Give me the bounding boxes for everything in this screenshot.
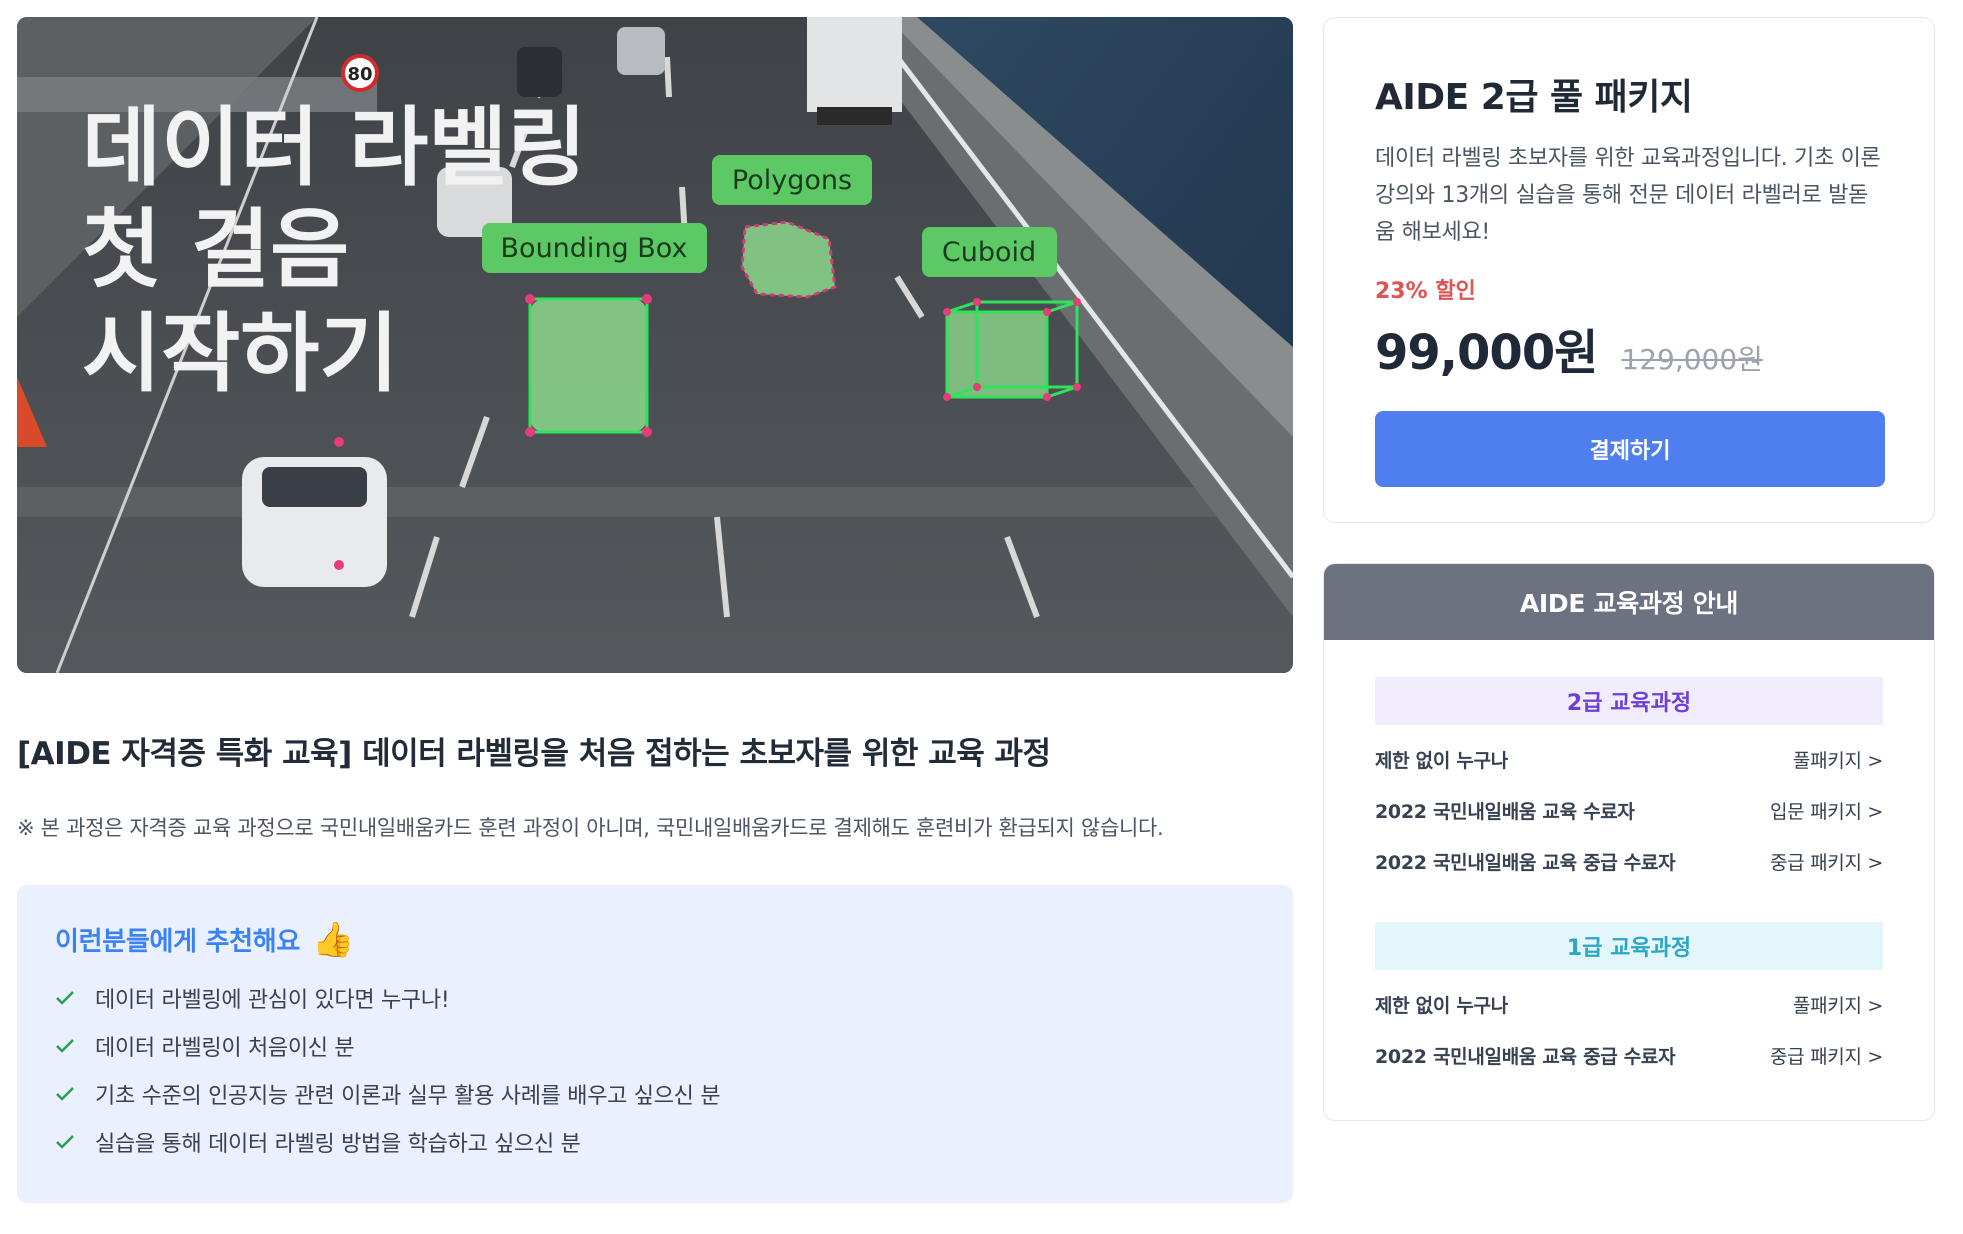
guide-title: AIDE 교육과정 안내 [1324,564,1934,640]
package-card: AIDE 2급 풀 패키지 데이터 라벨링 초보자를 위한 교육과정입니다. 기… [1323,17,1935,523]
list-item-text: 실습을 통해 데이터 라벨링 방법을 학습하고 싶으신 분 [95,1132,581,1157]
level-2-row-3[interactable]: 2022 국민내일배움 교육 중급 수료자 중급 패키지 > [1375,836,1883,887]
package-link[interactable]: 중급 패키지 > [1770,1042,1883,1069]
recommend-box: 이런분들에게 추천해요 👍 데이터 라벨링에 관심이 있다면 누구나! 데이터 … [17,885,1293,1203]
check-icon [55,990,95,1006]
package-link[interactable]: 풀패키지 > [1793,991,1883,1018]
refund-notice: ※ 본 과정은 자격증 교육 과정으로 국민내일배움카드 훈련 과정이 아니며,… [17,816,1164,840]
list-item: 기초 수준의 인공지능 관련 이론과 실무 활용 사례를 배우고 싶으신 분 [55,1070,1255,1118]
recommend-title: 이런분들에게 추천해요 [55,927,300,957]
pay-button[interactable]: 결제하기 [1375,411,1885,487]
check-icon [55,1134,95,1150]
list-item-text: 기초 수준의 인공지능 관련 이론과 실무 활용 사례를 배우고 싶으신 분 [95,1084,721,1109]
check-icon [55,1086,95,1102]
hero-headline-2: 첫 걸음 [82,200,349,300]
hero-headline-3: 시작하기 [82,304,398,404]
course-guide-card: AIDE 교육과정 안내 2급 교육과정 제한 없이 누구나 풀패키지 > 20… [1323,563,1935,1121]
level-2-row-2[interactable]: 2022 국민내일배움 교육 수료자 입문 패키지 > [1375,785,1883,836]
level-1-heading: 1급 교육과정 [1375,922,1883,970]
eligibility-label: 2022 국민내일배움 교육 중급 수료자 [1375,852,1676,874]
list-item: 데이터 라벨링이 처음이신 분 [55,1022,1255,1070]
sale-price: 99,000원 [1375,325,1598,381]
thumbs-up-icon: 👍 [311,919,354,960]
speed-sign-text: 80 [347,64,372,85]
original-price: 129,000원 [1621,343,1763,376]
package-link[interactable]: 풀패키지 > [1793,746,1883,773]
level-2-row-1[interactable]: 제한 없이 누구나 풀패키지 > [1375,734,1883,785]
level-2-heading: 2급 교육과정 [1375,677,1883,725]
recommend-heading: 이런분들에게 추천해요 👍 [55,921,1255,958]
level-1-row-2[interactable]: 2022 국민내일배움 교육 중급 수료자 중급 패키지 > [1375,1030,1883,1081]
tag-polygons: Polygons [732,165,852,196]
list-item: 실습을 통해 데이터 라벨링 방법을 학습하고 싶으신 분 [55,1118,1255,1166]
list-item-text: 데이터 라벨링이 처음이신 분 [95,1036,355,1061]
guide-body: 2급 교육과정 제한 없이 누구나 풀패키지 > 2022 국민내일배움 교육 … [1324,640,1934,1081]
discount-badge: 23% 할인 [1375,279,1476,304]
eligibility-label: 제한 없이 누구나 [1375,995,1508,1017]
tag-cuboid: Cuboid [942,237,1036,268]
package-link[interactable]: 입문 패키지 > [1770,797,1883,824]
tag-bounding-box: Bounding Box [501,233,688,264]
package-title: AIDE 2급 풀 패키지 [1375,77,1693,118]
list-item-text: 데이터 라벨링에 관심이 있다면 누구나! [95,988,450,1013]
hero-headline-1: 데이터 라벨링 [82,98,587,198]
course-title: [AIDE 자격증 특화 교육] 데이터 라벨링을 처음 접하는 초보자를 위한… [17,736,1051,772]
recommend-list: 데이터 라벨링에 관심이 있다면 누구나! 데이터 라벨링이 처음이신 분 기초… [55,974,1255,1166]
eligibility-label: 2022 국민내일배움 교육 중급 수료자 [1375,1046,1676,1068]
hero-image: 80 Polygons Bounding Box Cuboid 데이터 라벨링 … [17,17,1293,673]
price-row: 99,000원 129,000원 [1375,313,1883,383]
package-link[interactable]: 중급 패키지 > [1770,848,1883,875]
list-item: 데이터 라벨링에 관심이 있다면 누구나! [55,974,1255,1022]
eligibility-label: 제한 없이 누구나 [1375,750,1508,772]
level-1-row-1[interactable]: 제한 없이 누구나 풀패키지 > [1375,979,1883,1030]
package-description: 데이터 라벨링 초보자를 위한 교육과정입니다. 기초 이론 강의와 13개의 … [1375,146,1881,245]
eligibility-label: 2022 국민내일배움 교육 수료자 [1375,801,1635,823]
check-icon [55,1038,95,1054]
